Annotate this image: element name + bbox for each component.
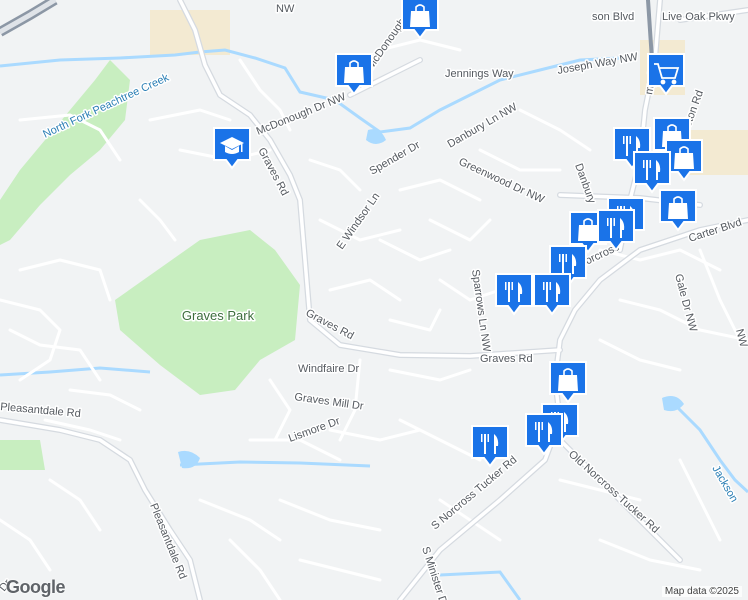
label-graves-rd-east: Graves Rd [480, 353, 533, 365]
map-canvas[interactable]: Graves Park North Fork Peachtree Creek G… [0, 0, 748, 600]
label-windfaire: Windfaire Dr [298, 363, 359, 375]
google-logo: Google [6, 577, 66, 597]
label-nw-top: NW [276, 3, 295, 15]
label-son-blvd: son Blvd [592, 11, 634, 23]
label-jennings: Jennings Way [445, 68, 514, 80]
label-graves-park: Graves Park [182, 308, 255, 323]
label-live-oak: Live Oak Pkwy [662, 11, 735, 23]
map-attribution: Map data ©2025 [661, 586, 742, 597]
